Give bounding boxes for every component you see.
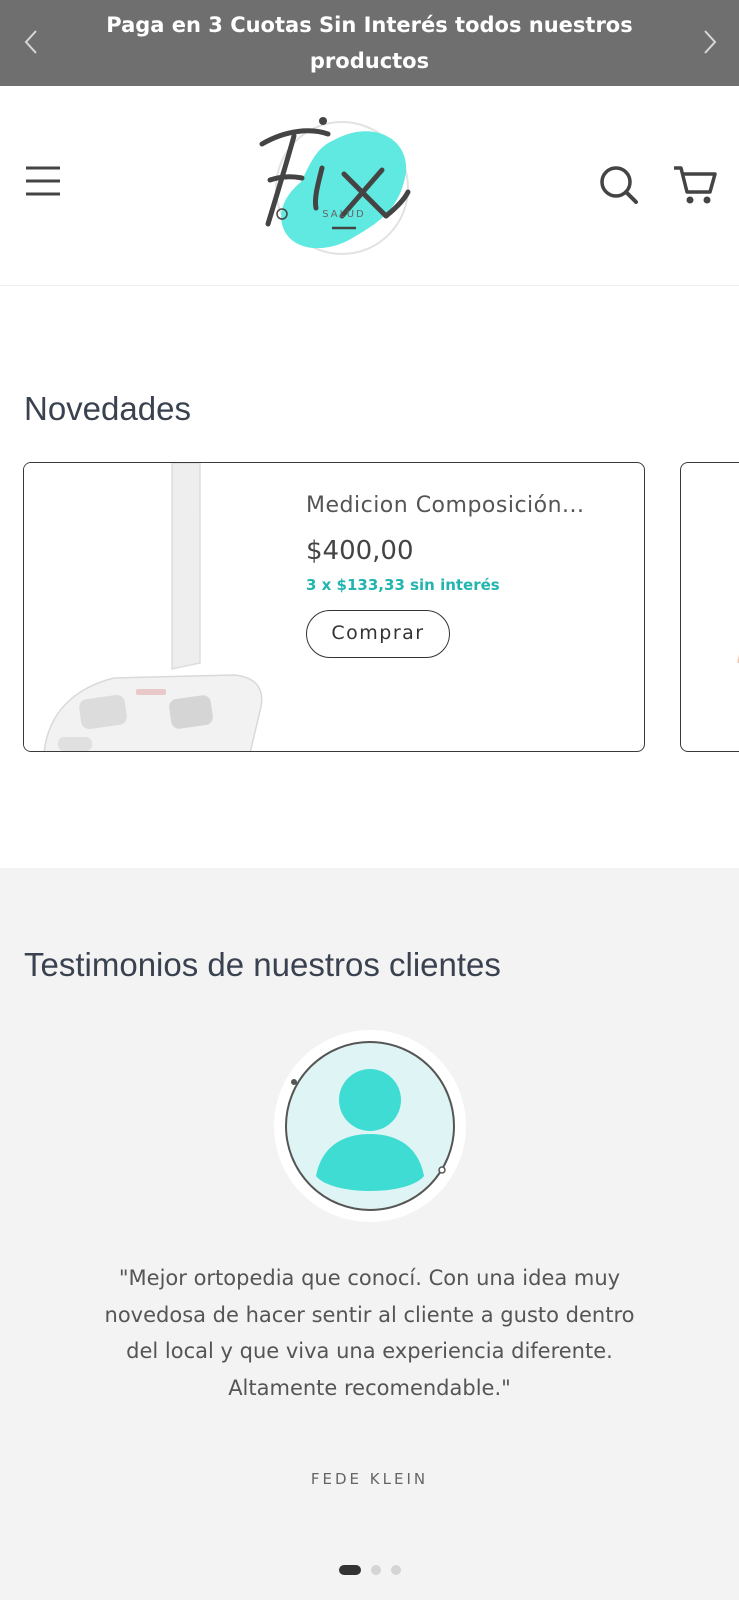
carousel-dot-2[interactable] — [370, 1565, 381, 1575]
product-info: Medicion Composición... $400,00 3 x $133… — [306, 493, 626, 658]
product-card-next[interactable] — [680, 462, 739, 752]
product-name[interactable]: Medicion Composición... — [306, 493, 626, 518]
menu-button[interactable] — [24, 164, 62, 198]
announcement-prev-button[interactable] — [16, 22, 46, 62]
product-price: $400,00 — [306, 536, 414, 566]
logo-sub-text: SALUD — [322, 209, 365, 220]
chevron-right-icon — [704, 30, 717, 54]
site-header: SALUD — [0, 86, 739, 286]
announcement-next-button[interactable] — [695, 22, 725, 62]
carousel-dot-3[interactable] — [390, 1565, 401, 1575]
search-icon — [600, 166, 638, 204]
site-logo[interactable]: SALUD — [256, 112, 426, 262]
carousel-dot-1[interactable] — [338, 1565, 361, 1575]
product-installments: 3 x $133,33 sin interés — [306, 576, 500, 594]
testimonial-quote: "Mejor ortopedia que conocí. Con una ide… — [104, 1266, 635, 1400]
cart-button[interactable] — [672, 164, 718, 206]
search-button[interactable] — [598, 164, 640, 206]
menu-icon — [26, 166, 60, 196]
novedades-title: Novedades — [24, 390, 191, 427]
chevron-left-icon — [24, 30, 37, 54]
testimonial-author: FEDE KLEIN — [310, 1470, 429, 1488]
buy-button[interactable]: Comprar — [306, 610, 450, 658]
testimonials-section: Testimonios de nuestros clientes "Mejor … — [0, 868, 739, 1600]
announcement-bar: Paga en 3 Cuotas Sin Interés todos nuest… — [0, 0, 739, 86]
product-image[interactable] — [24, 463, 294, 751]
announcement-text: Paga en 3 Cuotas Sin Interés todos nuest… — [106, 13, 633, 73]
product-card[interactable]: Medicion Composición... $400,00 3 x $133… — [23, 462, 645, 752]
avatar — [272, 1028, 468, 1224]
cart-icon — [674, 166, 717, 204]
carousel-dots — [0, 1565, 739, 1575]
testimonials-title: Testimonios de nuestros clientes — [24, 946, 501, 983]
